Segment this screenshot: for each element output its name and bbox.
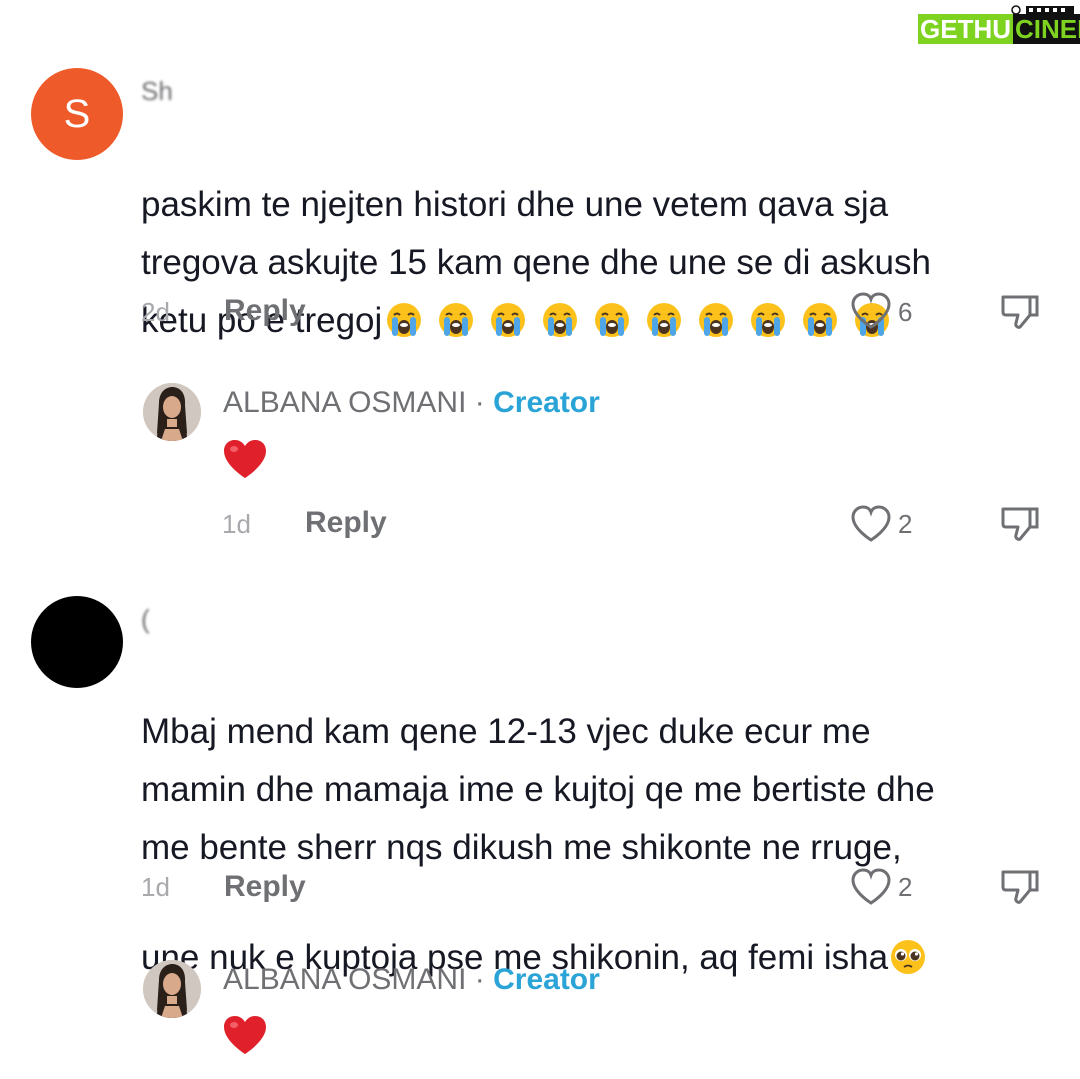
reply-timestamp: 1d (222, 509, 251, 539)
dislike-button[interactable] (1000, 293, 1040, 336)
comment-timestamp: 1d (141, 872, 170, 902)
logo-part1: GETHU (918, 14, 1013, 44)
reply-button[interactable]: Reply (224, 294, 306, 328)
creator-avatar[interactable] (143, 960, 201, 1018)
red-heart-icon (224, 440, 266, 478)
loudly-crying-face-emoji (542, 298, 578, 337)
heart-outline-icon (851, 868, 891, 905)
creator-username[interactable]: ALBANA OSMANI (223, 963, 466, 996)
like-count: 2 (898, 509, 913, 539)
comment-username[interactable]: Sh (141, 76, 173, 107)
creator-badge: Creator (493, 386, 600, 419)
red-heart-emoji (222, 438, 268, 485)
loudly-crying-face-emoji (750, 298, 786, 337)
loudly-crying-face-emoji (438, 298, 474, 337)
avatar[interactable]: S (31, 68, 123, 160)
like-button[interactable] (850, 505, 892, 548)
reply-button[interactable]: Reply (305, 506, 387, 540)
emoji-group (382, 301, 890, 340)
avatar[interactable] (31, 596, 123, 688)
separator: · (474, 963, 485, 996)
loudly-crying-face-emoji (698, 298, 734, 337)
creator-photo (143, 383, 201, 441)
comment-text: Mbaj mend kam qene 12-13 vjec duke ecur … (141, 712, 935, 977)
reply-button[interactable]: Reply (224, 870, 306, 904)
dislike-button[interactable] (1000, 505, 1040, 548)
red-heart-emoji (222, 1014, 268, 1061)
separator: · (474, 386, 485, 419)
comment-timestamp: 2d (141, 297, 170, 327)
avatar-letter: S (63, 91, 91, 136)
creator-name-row: ALBANA OSMANI · Creator (223, 963, 600, 997)
creator-photo (143, 960, 201, 1018)
logo-part2: CINEMA (1013, 14, 1080, 44)
thumbs-down-icon (1001, 507, 1039, 541)
creator-username[interactable]: ALBANA OSMANI (223, 386, 466, 419)
loudly-crying-face-emoji (802, 298, 838, 337)
thumbs-down-icon (1001, 870, 1039, 904)
like-button[interactable] (850, 292, 892, 335)
watermark-logo: GETHUCINEMA (916, 4, 1080, 46)
comment-username[interactable]: ( (141, 604, 150, 635)
dislike-button[interactable] (1000, 868, 1040, 911)
like-button[interactable] (850, 868, 892, 911)
loudly-crying-face-emoji (386, 298, 422, 337)
pleading-face-icon (891, 940, 926, 974)
heart-outline-icon (851, 505, 891, 542)
loudly-crying-face-emoji (490, 298, 526, 337)
creator-badge: Creator (493, 963, 600, 996)
red-heart-icon (224, 1016, 266, 1054)
loudly-crying-face-emoji (646, 298, 682, 337)
heart-outline-icon (851, 292, 891, 329)
loudly-crying-face-emoji (594, 298, 630, 337)
thumbs-down-icon (1001, 295, 1039, 329)
like-count: 6 (898, 297, 913, 327)
like-count: 2 (898, 872, 913, 902)
creator-avatar[interactable] (143, 383, 201, 441)
creator-name-row: ALBANA OSMANI · Creator (223, 386, 600, 420)
